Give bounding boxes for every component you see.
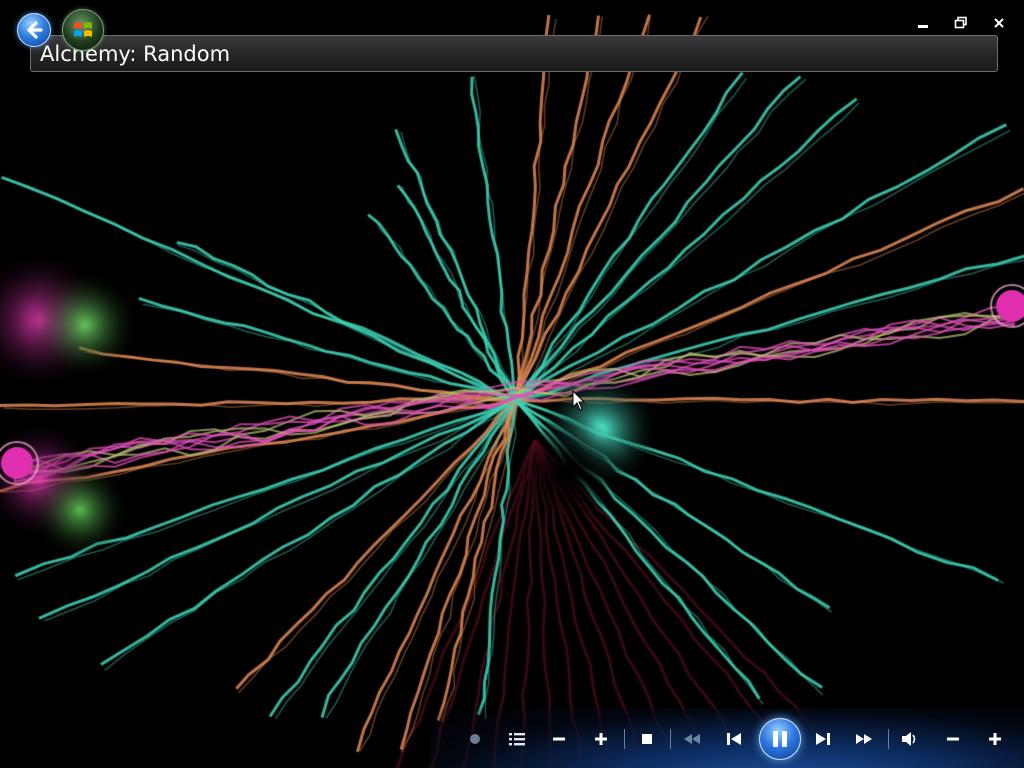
stop-icon xyxy=(642,734,652,744)
minus-icon xyxy=(947,737,959,741)
close-icon xyxy=(994,18,1004,28)
close-button[interactable] xyxy=(988,14,1010,32)
playlist-button[interactable] xyxy=(504,726,530,752)
fast-forward-button[interactable] xyxy=(851,726,877,752)
next-button[interactable] xyxy=(810,726,836,752)
previous-button[interactable] xyxy=(721,726,747,752)
minimize-button[interactable] xyxy=(912,14,934,32)
separator xyxy=(670,729,671,749)
minimize-icon xyxy=(918,25,928,28)
back-button[interactable] xyxy=(17,13,51,47)
windows-orb-icon xyxy=(74,22,92,37)
pause-icon xyxy=(773,731,787,747)
fast-forward-icon xyxy=(856,734,872,744)
restore-icon xyxy=(954,16,967,29)
mouse-cursor xyxy=(572,389,586,416)
previous-track-icon xyxy=(727,733,741,745)
volume-icon xyxy=(902,732,916,746)
shuffle-button[interactable] xyxy=(462,726,488,752)
zoom-out-button[interactable] xyxy=(546,726,572,752)
rewind-button[interactable] xyxy=(679,726,705,752)
minus-icon xyxy=(553,737,565,741)
window-controls xyxy=(912,14,1010,32)
plus-icon xyxy=(989,733,1001,745)
separator xyxy=(624,729,625,749)
play-pause-button[interactable] xyxy=(759,718,801,760)
mute-button[interactable] xyxy=(897,726,923,752)
back-arrow-icon xyxy=(27,21,43,39)
title-bar: Alchemy: Random xyxy=(30,35,998,72)
shuffle-dot-icon xyxy=(470,734,480,744)
rewind-icon xyxy=(684,734,700,744)
separator xyxy=(888,729,889,749)
next-track-icon xyxy=(816,733,830,745)
zoom-in-button[interactable] xyxy=(588,726,614,752)
windows-orb-button[interactable] xyxy=(62,9,104,51)
plus-icon xyxy=(595,733,607,745)
visualization-canvas xyxy=(0,0,1024,768)
cursor-arrow-icon xyxy=(572,389,586,411)
playlist-icon xyxy=(509,733,525,746)
media-center-window: Alchemy: Random xyxy=(0,0,1024,768)
volume-down-button[interactable] xyxy=(940,726,966,752)
restore-button[interactable] xyxy=(950,14,972,32)
stop-button[interactable] xyxy=(634,726,660,752)
volume-up-button[interactable] xyxy=(982,726,1008,752)
